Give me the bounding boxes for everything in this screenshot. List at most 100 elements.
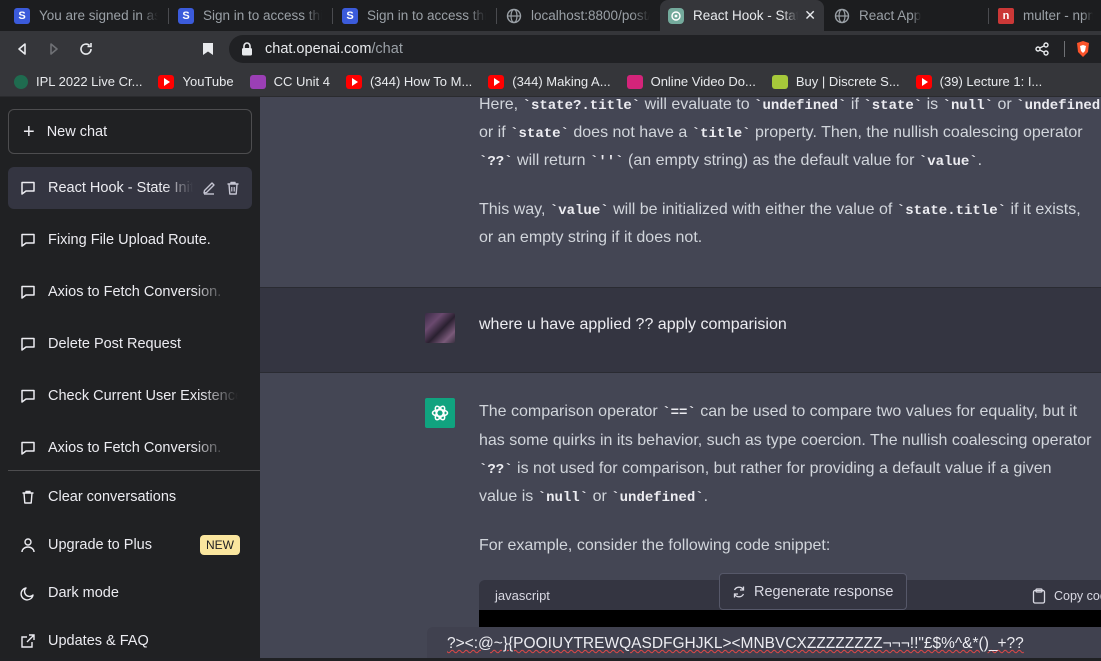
bookmark-lecture[interactable]: (39) Lecture 1: I... [915, 74, 1043, 89]
s-icon: S [14, 7, 30, 24]
updates-faq-label: Updates & FAQ [48, 633, 149, 649]
bookmark-label: IPL 2022 Live Cr... [36, 74, 143, 89]
trash-icon [22, 490, 34, 504]
youtube-icon [488, 74, 505, 89]
chatgpt-logo-icon [425, 398, 455, 428]
reload-icon [80, 43, 92, 55]
globe-icon [834, 8, 850, 24]
cricket-icon [14, 74, 28, 89]
bookmark-button[interactable] [192, 35, 224, 63]
browser-tab-4[interactable]: localhost:8800/post/ [498, 0, 658, 31]
forward-button[interactable] [38, 35, 70, 63]
chat-bubble-icon [21, 285, 35, 299]
bookmark-how-to[interactable]: (344) How To M... [345, 74, 473, 89]
tab-title: React Hook - State [693, 8, 798, 23]
message-input[interactable]: ?><:@~}{POOIUYTREWQASDFGHJKL><MNBVCXZZZZ… [427, 627, 1101, 658]
chat-main: Here, `state?.title` will evaluate to `u… [260, 97, 1101, 658]
conversation-item[interactable]: Check Current User Existence [8, 375, 252, 417]
youtube-icon [345, 74, 362, 89]
share-icon[interactable] [1035, 42, 1049, 56]
refresh-icon [733, 586, 745, 597]
plus-icon: + [23, 120, 35, 143]
bookmark-discrete[interactable]: Buy | Discrete S... [771, 74, 900, 89]
s-icon: S [178, 7, 194, 24]
chat-bubble-icon [21, 441, 35, 455]
conversation-item[interactable]: Delete Post Request [8, 323, 252, 365]
conversation-label: Axios to Fetch Conversion. [48, 284, 222, 300]
conversation-item[interactable]: Axios to Fetch Conversion. [8, 271, 252, 313]
browser-tab-6[interactable]: React App [826, 0, 986, 31]
tab-title: multer - npm [1023, 8, 1093, 23]
folder-icon [249, 74, 266, 89]
conversation-item[interactable]: Fixing File Upload Route. [8, 219, 252, 261]
chat-bubble-icon [21, 337, 35, 351]
npm-icon: n [998, 7, 1014, 24]
conversation-item[interactable]: Axios to Fetch Conversion. [8, 427, 252, 469]
bookmark-ipl[interactable]: IPL 2022 Live Cr... [14, 74, 142, 89]
regenerate-response-button[interactable]: Regenerate response [719, 573, 907, 610]
clipboard-icon [1032, 588, 1046, 604]
tab-title: localhost:8800/post/ [531, 8, 650, 23]
message-line: or an empty string if it does not. [479, 229, 703, 246]
copy-code-button[interactable]: Copy code [1032, 588, 1101, 604]
chat-bubble-icon [21, 233, 35, 247]
browser-tab-active[interactable]: React Hook - State ✕ [660, 0, 824, 31]
openai-icon [668, 7, 684, 24]
conversation-label: Axios to Fetch Conversion. [48, 440, 222, 456]
user-message-text: where u have applied ?? apply comparisio… [479, 316, 787, 333]
bookmark-online-video[interactable]: Online Video Do... [626, 74, 756, 89]
youtube-icon [915, 74, 932, 89]
conversation-label: Check Current User Existence [48, 388, 238, 404]
browser-tab-2[interactable]: S Sign in to access thi [170, 0, 330, 31]
dark-mode-toggle[interactable]: Dark mode [8, 573, 252, 613]
reload-button[interactable] [70, 35, 102, 63]
regenerate-label: Regenerate response [754, 583, 894, 600]
browser-tab-3[interactable]: S Sign in to access thi [334, 0, 494, 31]
address-bar[interactable]: chat.openai.com/chat [229, 35, 1101, 63]
bookmark-icon [203, 43, 213, 55]
bookmark-label: YouTube [182, 74, 234, 89]
conversation-item-active[interactable]: React Hook - State Initialization [8, 167, 252, 209]
message-input-value: ?><:@~}{POOIUYTREWQASDFGHJKL><MNBVCXZZZZ… [447, 635, 1024, 652]
tab-title: React App [859, 8, 922, 23]
tab-title: Sign in to access thi [367, 8, 486, 23]
bookmark-label: (39) Lecture 1: I... [939, 74, 1043, 89]
chat-bubble-icon [21, 181, 35, 195]
trash-icon[interactable] [225, 180, 241, 196]
tab-separator [332, 8, 333, 24]
close-icon[interactable]: ✕ [798, 7, 816, 24]
message-line: or if `state` does not have a `title` pr… [479, 124, 1083, 142]
url-path: /chat [371, 41, 403, 57]
message-line: `??` will return `''` (an empty string) … [479, 152, 983, 170]
upgrade-label: Upgrade to Plus [48, 537, 152, 553]
bookmark-label: (344) How To M... [369, 74, 473, 89]
new-badge: NEW [200, 535, 240, 555]
back-button[interactable] [6, 35, 38, 63]
user-icon [21, 538, 35, 553]
tab-separator [496, 8, 497, 24]
bookmark-youtube[interactable]: YouTube [158, 74, 234, 89]
new-chat-button[interactable]: + New chat [8, 109, 252, 154]
message-line: Here, `state?.title` will evaluate to `u… [479, 97, 1101, 114]
conversation-label: Delete Post Request [48, 336, 181, 352]
back-arrow-icon [18, 43, 26, 55]
tab-title: You are signed in as [39, 8, 158, 23]
bookmark-cc-unit-4[interactable]: CC Unit 4 [249, 74, 330, 89]
brave-shield-icon[interactable] [1075, 40, 1091, 58]
clear-conversations-button[interactable]: Clear conversations [8, 477, 252, 517]
bookmark-making[interactable]: (344) Making A... [488, 74, 611, 89]
clear-conversations-label: Clear conversations [48, 489, 177, 505]
external-link-icon [21, 634, 35, 648]
bookmarks-bar: IPL 2022 Live Cr... YouTube CC Unit 4 (3… [0, 67, 1101, 97]
new-chat-label: New chat [46, 123, 108, 140]
toolbar-divider [1064, 41, 1065, 57]
assistant-message: Here, `state?.title` will evaluate to `u… [260, 97, 1101, 287]
code-language: javascript [495, 588, 550, 603]
updates-faq-link[interactable]: Updates & FAQ [8, 621, 252, 661]
browser-tab-1[interactable]: S You are signed in as [6, 0, 166, 31]
video-icon [626, 74, 643, 89]
browser-tab-7[interactable]: n multer - npm [990, 0, 1101, 31]
edit-icon[interactable] [201, 180, 217, 196]
upgrade-button[interactable]: Upgrade to Plus NEW [8, 525, 252, 565]
message-line: For example, consider the following code… [479, 537, 831, 554]
